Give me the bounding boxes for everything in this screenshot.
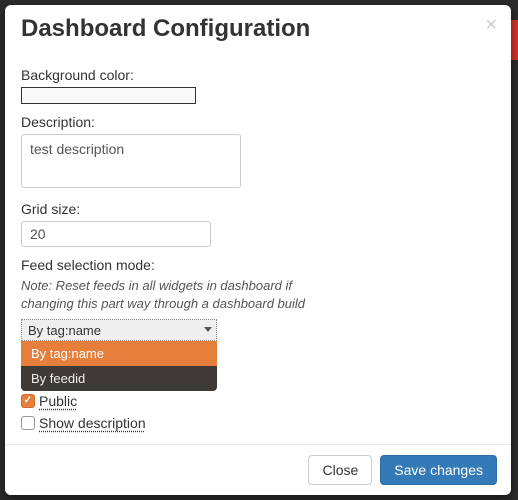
public-checkbox-label: Public (39, 393, 77, 409)
feed-mode-option-feedid[interactable]: By feedid (21, 366, 217, 391)
public-checkbox-row: Public (21, 393, 495, 409)
show-description-checkbox-row: Show description (21, 415, 495, 431)
feed-mode-select-wrap: By tag:name By tag:name By feedid (21, 319, 217, 341)
modal-body: Background color: Description: test desc… (5, 51, 511, 444)
modal-header: Dashboard Configuration × (5, 5, 511, 51)
show-description-checkbox-label: Show description (39, 415, 146, 431)
feed-mode-option-tagname[interactable]: By tag:name (21, 341, 217, 366)
feed-mode-select[interactable]: By tag:name (21, 319, 217, 341)
dashboard-config-modal: Dashboard Configuration × Background col… (5, 5, 511, 495)
close-button[interactable]: Close (308, 455, 372, 485)
close-icon[interactable]: × (485, 15, 497, 35)
description-textarea[interactable]: test description (21, 134, 241, 188)
description-label: Description: (21, 114, 495, 130)
feed-mode-selected-value: By tag:name (28, 323, 101, 338)
feed-mode-note: Note: Reset feeds in all widgets in dash… (21, 277, 341, 313)
grid-size-input[interactable] (21, 221, 211, 247)
public-checkbox[interactable] (21, 394, 35, 408)
show-description-checkbox[interactable] (21, 416, 35, 430)
bg-color-label: Background color: (21, 67, 495, 83)
save-changes-button[interactable]: Save changes (380, 455, 497, 485)
modal-footer: Close Save changes (5, 444, 511, 495)
grid-size-label: Grid size: (21, 201, 495, 217)
modal-title: Dashboard Configuration (21, 15, 495, 43)
bg-color-input[interactable] (21, 87, 196, 104)
feed-mode-label: Feed selection mode: (21, 257, 495, 273)
feed-mode-dropdown: By tag:name By feedid (21, 341, 217, 391)
